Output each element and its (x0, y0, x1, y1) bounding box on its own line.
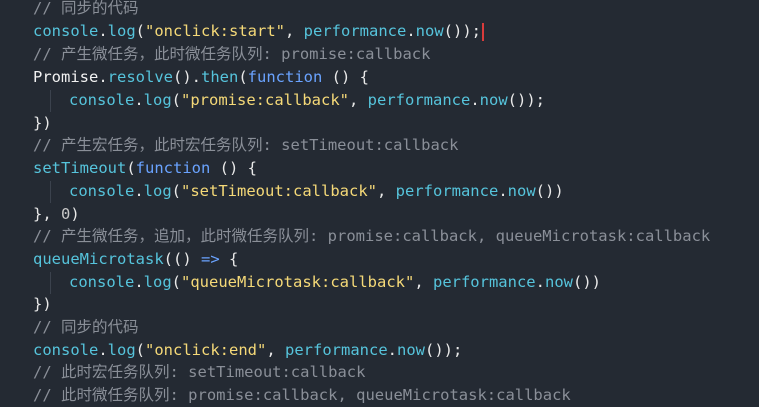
method: then (201, 68, 239, 86)
code-line-11: // 产生微任务，追加，此时微任务队列: promise:callback, q… (33, 225, 710, 247)
code-line-4: Promise.resolve().then(function () { (33, 68, 369, 86)
code-line-17: // 此时宏任务队列: setTimeout:callback (33, 361, 365, 383)
method: log (143, 182, 172, 200)
function-name: setTimeout (33, 159, 127, 177)
code-line-6: }) (33, 112, 52, 134)
number-literal: 0 (61, 205, 71, 223)
code-line-8: setTimeout(function () { (33, 159, 257, 177)
code-line-15: // 同步的代码 (33, 316, 139, 338)
code-line-13: console.log("queueMicrotask:callback", p… (69, 273, 601, 291)
method: log (107, 22, 136, 40)
method: log (143, 91, 172, 109)
comment: // 产生宏任务，此时宏任务队列: setTimeout:callback (33, 136, 459, 154)
code-line-14: }) (33, 293, 52, 315)
text-cursor (482, 22, 484, 41)
method: now (479, 91, 508, 109)
identifier: console (33, 341, 99, 359)
comment: // 产生微任务，追加，此时微任务队列: promise:callback, q… (33, 227, 711, 245)
code-editor[interactable]: // 同步的代码 console.log("onclick:start", pe… (0, 0, 759, 407)
code-line-16: console.log("onclick:end", performance.n… (33, 341, 463, 359)
string-literal: "queueMicrotask:callback" (181, 273, 415, 291)
identifier: Promise (33, 68, 99, 86)
code-line-10: }, 0) (33, 205, 80, 223)
identifier: performance (432, 273, 536, 291)
identifier: performance (285, 341, 388, 359)
method: log (143, 273, 172, 291)
identifier: performance (303, 22, 407, 40)
string-literal: "onclick:start" (145, 22, 285, 40)
identifier: console (69, 91, 135, 109)
method: log (107, 341, 136, 359)
code-line-1: // 同步的代码 (33, 0, 139, 19)
comment: // 此时微任务队列: promise:callback, queueMicro… (33, 386, 571, 404)
method: now (415, 22, 444, 40)
identifier: console (33, 22, 99, 40)
method: resolve (107, 68, 173, 86)
identifier: console (69, 182, 135, 200)
code-line-2: console.log("onclick:start", performance… (33, 20, 484, 42)
comment: // 此时宏任务队列: setTimeout:callback (33, 363, 366, 381)
identifier: performance (367, 91, 471, 109)
comment: // 产生微任务，此时微任务队列: promise:callback (33, 45, 431, 63)
string-literal: "onclick:end" (145, 341, 267, 359)
method: now (544, 273, 573, 291)
code-line-7: // 产生宏任务，此时宏任务队列: setTimeout:callback (33, 134, 458, 156)
closing-brace: }) (33, 114, 52, 132)
code-line-3: // 产生微任务，此时微任务队列: promise:callback (33, 43, 430, 65)
method: now (397, 341, 426, 359)
code-line-9: console.log("setTimeout:callback", perfo… (69, 182, 564, 200)
method: now (507, 182, 536, 200)
identifier: console (69, 273, 135, 291)
code-line-18: // 此时微任务队列: promise:callback, queueMicro… (33, 384, 571, 406)
comment: // 同步的代码 (33, 0, 139, 17)
code-line-12: queueMicrotask(() => { (33, 250, 239, 268)
closing-brace: }) (33, 295, 52, 313)
identifier: performance (395, 182, 499, 200)
code-line-5: console.log("promise:callback", performa… (69, 91, 545, 109)
string-literal: "setTimeout:callback" (181, 182, 377, 200)
keyword: function (247, 68, 323, 86)
string-literal: "promise:callback" (181, 91, 349, 109)
function-name: queueMicrotask (33, 250, 164, 268)
comment: // 同步的代码 (33, 318, 139, 336)
keyword: function (135, 159, 211, 177)
